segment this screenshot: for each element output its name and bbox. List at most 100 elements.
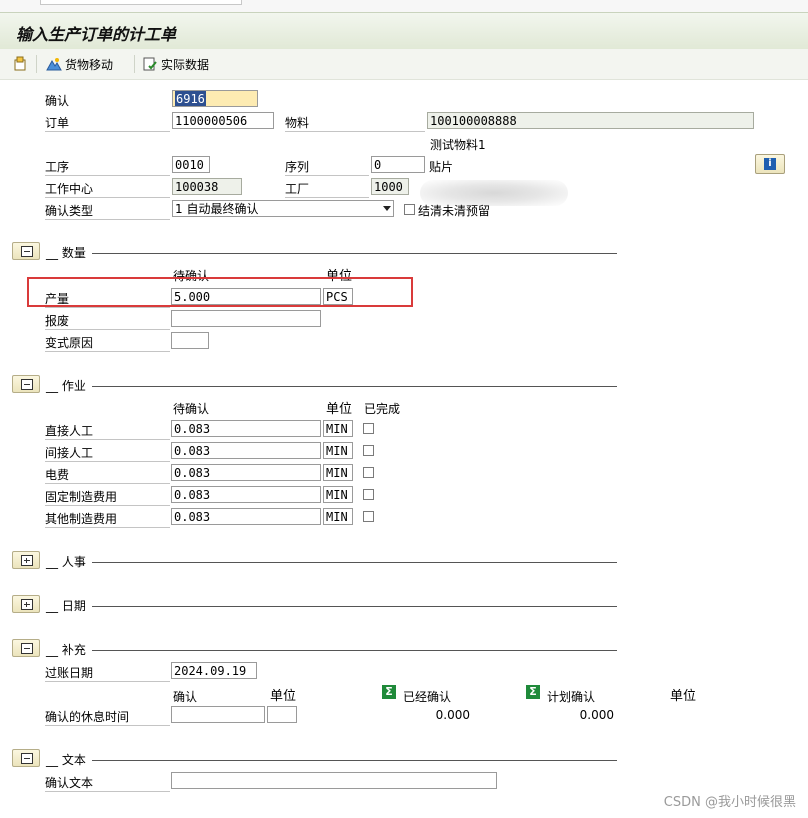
section-divider (92, 253, 617, 254)
material-label: 物料 (285, 114, 425, 132)
section-title: __ 人事 (46, 555, 86, 569)
activity-label: 电费 (45, 466, 170, 484)
activity-done-checkbox[interactable] (363, 489, 374, 500)
section-activities: __ 作业 (12, 375, 618, 395)
conf-text-label: 确认文本 (45, 774, 170, 792)
scrap-input[interactable] (171, 310, 321, 327)
clear-reservations-label: 结清未清预留 (418, 204, 491, 218)
confirmation-input[interactable]: 6916 (172, 90, 258, 107)
activity-unit-input[interactable]: MIN (323, 442, 353, 459)
mountain-icon (46, 58, 62, 71)
sequence-input[interactable]: 0 (371, 156, 425, 173)
activity-unit-input[interactable]: MIN (323, 420, 353, 437)
section-collapse-button[interactable] (12, 375, 40, 393)
top-tab (40, 0, 242, 5)
section-collapse-button[interactable] (12, 639, 40, 657)
sequence-description: 贴片 (429, 160, 454, 174)
break-time-input[interactable] (171, 706, 265, 723)
plant-field: 1000 (371, 178, 409, 195)
section-title-text: 人事 (61, 555, 86, 569)
confirmed-total: 0.000 (435, 708, 470, 722)
order-input[interactable]: 1100000506 (172, 112, 274, 129)
conf-text-input[interactable] (171, 772, 497, 789)
section-divider (92, 760, 617, 761)
toolbar-separator (36, 55, 37, 73)
expand-icon (21, 599, 33, 610)
activity-done-checkbox[interactable] (363, 423, 374, 434)
toolbar-separator (134, 55, 135, 73)
section-divider (92, 606, 617, 607)
section-expand-button[interactable] (12, 595, 40, 613)
activity-done-checkbox[interactable] (363, 445, 374, 456)
activity-value-input[interactable]: 0.083 (171, 486, 321, 503)
posting-date-label: 过账日期 (45, 664, 170, 682)
goods-movement-label: 货物移动 (65, 57, 114, 72)
yield-label: 产量 (45, 290, 170, 308)
col-unit: 单位 (326, 402, 353, 417)
chevron-down-icon (383, 206, 391, 211)
section-title: __ 补充 (46, 643, 86, 657)
activity-done-checkbox[interactable] (363, 467, 374, 478)
conf-type-select[interactable]: 1 自动最终确认 (172, 200, 394, 217)
window-title: 输入生产订单的计工单 (16, 25, 177, 44)
info-icon: i (764, 158, 776, 170)
info-button[interactable]: i (755, 154, 785, 174)
goods-movement-button[interactable]: 货物移动 (46, 54, 113, 74)
section-title-text: 补充 (61, 643, 86, 657)
activity-value-input[interactable]: 0.083 (171, 442, 321, 459)
activity-unit-input[interactable]: MIN (323, 508, 353, 525)
operation-input[interactable]: 0010 (172, 156, 210, 173)
toolbar: 货物移动 实际数据 (0, 49, 808, 80)
workcenter-label: 工作中心 (45, 180, 170, 198)
document-check-icon (143, 57, 157, 71)
activity-unit-input[interactable]: MIN (323, 486, 353, 503)
activity-label: 其他制造费用 (45, 510, 170, 528)
actual-data-button[interactable]: 实际数据 (142, 54, 209, 74)
yield-input[interactable]: 5.000 (171, 288, 321, 305)
col-confirm: 确认 (173, 690, 198, 704)
section-expand-button[interactable] (12, 551, 40, 569)
plant-label: 工厂 (285, 180, 369, 198)
activity-unit-input[interactable]: MIN (323, 464, 353, 481)
sigma-icon: Σ (526, 685, 540, 699)
variance-reason-input[interactable] (171, 332, 209, 349)
order-label: 订单 (45, 114, 170, 132)
col-to-confirm: 待确认 (173, 402, 210, 416)
col-planned: 计划确认 (547, 690, 596, 704)
section-title-text: 文本 (61, 753, 86, 767)
title-bar: 输入生产订单的计工单 (0, 12, 808, 50)
variance-reason-label: 变式原因 (45, 334, 170, 352)
activity-value-input[interactable]: 0.083 (171, 508, 321, 525)
activity-done-checkbox[interactable] (363, 511, 374, 522)
section-dates: __ 日期 (12, 595, 618, 615)
yield-unit-input[interactable]: PCS (323, 288, 353, 305)
actual-data-label: 实际数据 (161, 57, 210, 72)
section-divider (92, 562, 617, 563)
posting-date-input[interactable]: 2024.09.19 (171, 662, 257, 679)
section-title: __ 数量 (46, 246, 86, 260)
section-title: __ 文本 (46, 753, 86, 767)
break-time-unit-input[interactable] (267, 706, 297, 723)
sigma-icon: Σ (382, 685, 396, 699)
other-object-button[interactable] (12, 54, 28, 74)
col-unit: 单位 (270, 689, 297, 704)
material-description: 测试物料1 (430, 138, 486, 152)
collapse-icon (21, 643, 33, 654)
clear-reservations-checkbox[interactable] (404, 204, 415, 215)
activity-value-input[interactable]: 0.083 (171, 464, 321, 481)
section-title: __ 日期 (46, 599, 86, 613)
section-title: __ 作业 (46, 379, 86, 393)
section-collapse-button[interactable] (12, 749, 40, 767)
conf-type-label: 确认类型 (45, 202, 170, 220)
section-divider (92, 650, 617, 651)
confirmation-value: 6916 (175, 91, 206, 106)
activity-value-input[interactable]: 0.083 (171, 420, 321, 437)
sequence-label: 序列 (285, 158, 369, 176)
section-collapse-button[interactable] (12, 242, 40, 260)
confirmation-label: 确认 (45, 94, 70, 108)
operation-label: 工序 (45, 158, 170, 176)
section-title-text: 数量 (61, 246, 86, 260)
col-unit-2: 单位 (670, 689, 697, 704)
section-personnel: __ 人事 (12, 551, 618, 571)
section-text: __ 文本 (12, 749, 618, 769)
